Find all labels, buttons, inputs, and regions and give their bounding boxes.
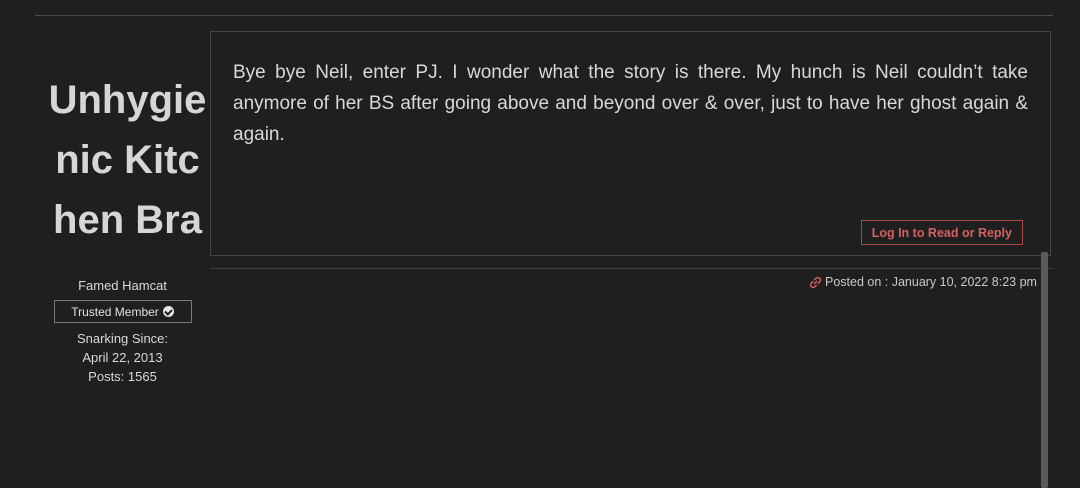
- post-count: Posts: 1565: [88, 369, 157, 384]
- check-circle-icon: [162, 306, 174, 317]
- forum-post-page: Unhygienic Kitchen Bra Famed Hamcat Trus…: [0, 0, 1080, 488]
- post-divider: [210, 268, 1053, 269]
- author-name[interactable]: Unhygienic Kitchen Bra: [45, 70, 210, 250]
- posted-on-text: Posted on : January 10, 2022 8:23 pm: [825, 275, 1037, 289]
- link-icon: [809, 276, 822, 289]
- scrollbar[interactable]: [1041, 252, 1048, 488]
- posted-on[interactable]: Posted on : January 10, 2022 8:23 pm: [809, 275, 1042, 289]
- author-panel: Unhygienic Kitchen Bra Famed Hamcat Trus…: [35, 70, 210, 386]
- author-rank: Famed Hamcat: [78, 278, 167, 293]
- badge-label: Trusted Member: [71, 304, 159, 319]
- trusted-member-badge: Trusted Member: [53, 300, 192, 323]
- login-to-reply-button[interactable]: Log In to Read or Reply: [860, 220, 1023, 245]
- post-body-box: Bye bye Neil, enter PJ. I wonder what th…: [210, 31, 1051, 256]
- top-divider: [35, 15, 1053, 16]
- post-text: Bye bye Neil, enter PJ. I wonder what th…: [233, 62, 1028, 145]
- joined-date: April 22, 2013: [82, 350, 163, 365]
- joined-label: Snarking Since:: [76, 331, 169, 346]
